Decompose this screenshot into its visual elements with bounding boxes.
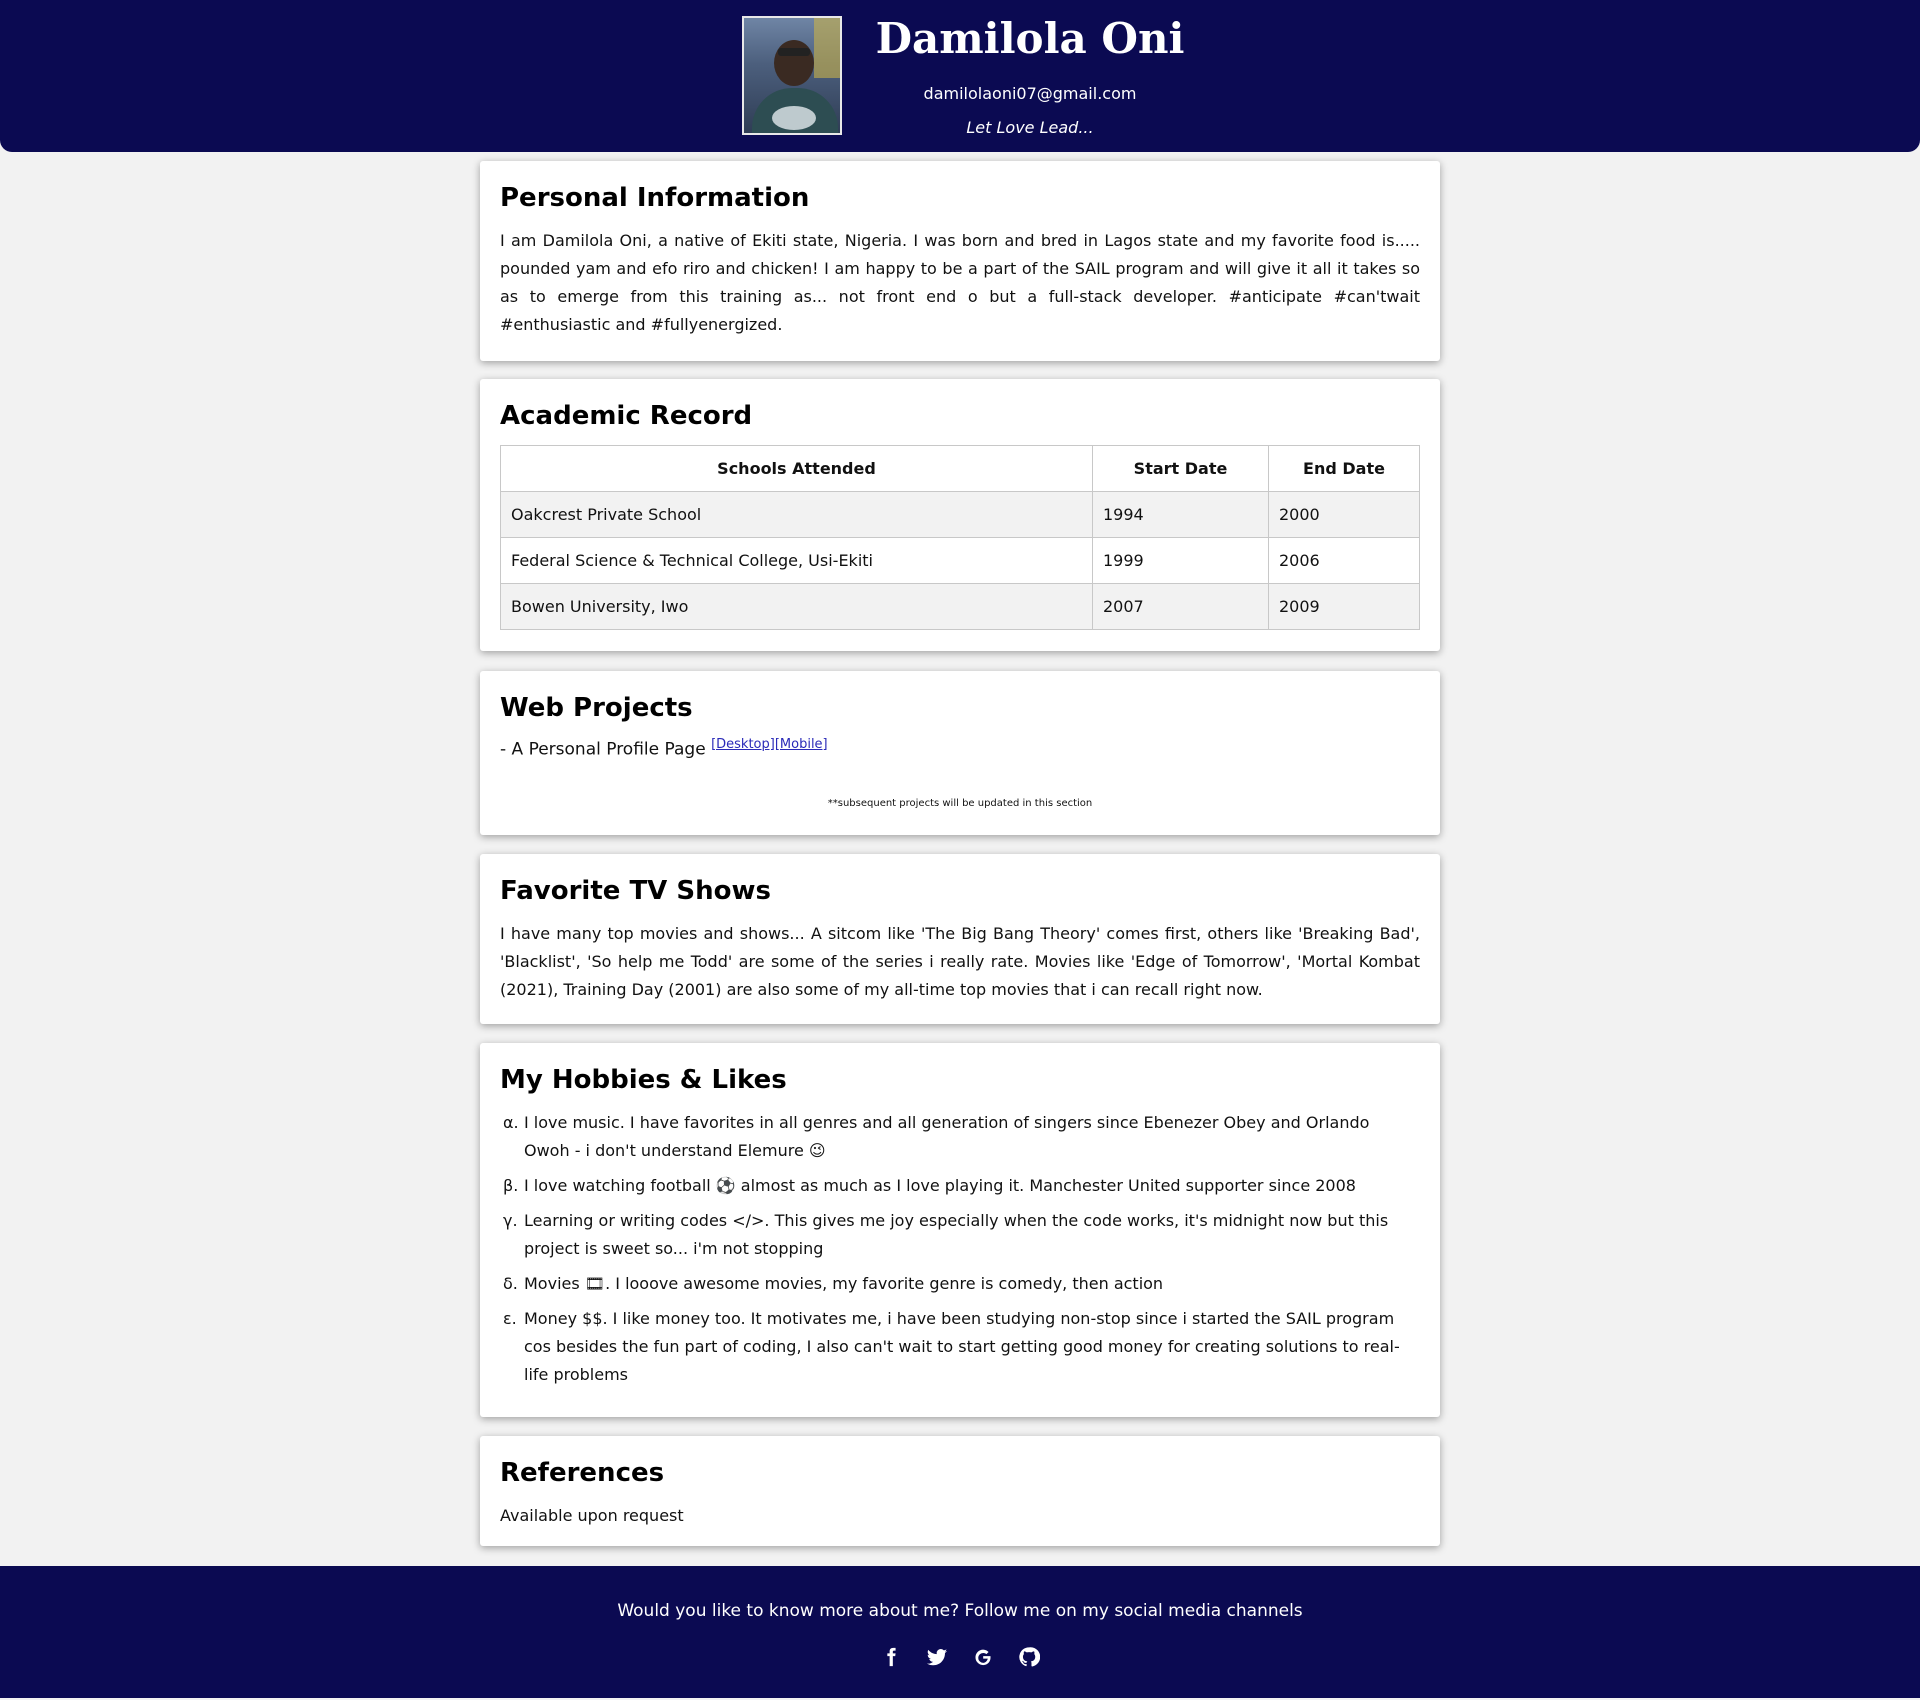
column-header-end: End Date bbox=[1268, 445, 1420, 492]
list-item: β. I love watching football ⚽ almost as m… bbox=[500, 1172, 1420, 1200]
table-header-row: Schools Attended Start Date End Date bbox=[500, 445, 1420, 492]
list-item: γ. Learning or writing codes </>. This gi… bbox=[500, 1207, 1420, 1263]
social-links bbox=[860, 1644, 1060, 1674]
page-footer: Would you like to know more about me? Fo… bbox=[0, 1566, 1920, 1698]
desktop-link[interactable]: [Desktop] bbox=[711, 737, 775, 752]
start-date-cell: 2007 bbox=[1092, 583, 1269, 630]
section-title: Web Projects bbox=[500, 693, 693, 723]
list-marker: β. bbox=[503, 1176, 519, 1195]
section-title: Personal Information bbox=[500, 183, 810, 213]
start-date-cell: 1994 bbox=[1092, 491, 1269, 538]
profile-email: damilolaoni07@gmail.com bbox=[923, 84, 1137, 103]
profile-name: Damilola Oni bbox=[875, 14, 1185, 63]
column-header-schools: Schools Attended bbox=[500, 445, 1093, 492]
section-title: Academic Record bbox=[500, 401, 753, 431]
column-header-start: Start Date bbox=[1092, 445, 1269, 492]
facebook-icon[interactable] bbox=[878, 1644, 904, 1670]
list-item: α. I love music. I have favorites in all … bbox=[500, 1109, 1420, 1165]
list-item-text: I love watching football ⚽ almost as muc… bbox=[524, 1176, 1356, 1195]
project-label: - A Personal Profile Page bbox=[500, 739, 706, 760]
profile-tagline: Let Love Lead... bbox=[966, 118, 1094, 137]
personal-text: I am Damilola Oni, a native of Ekiti sta… bbox=[500, 231, 1420, 334]
school-cell: Bowen University, Iwo bbox=[500, 583, 1093, 630]
references-text: Available upon request bbox=[500, 1506, 684, 1525]
hobbies-card: My Hobbies & Likes α. I love music. I hav… bbox=[480, 1043, 1440, 1417]
project-item: - A Personal Profile Page [Desktop][Mobi… bbox=[500, 737, 1420, 760]
list-item-text: Learning or writing codes </>. This give… bbox=[524, 1211, 1389, 1258]
section-title: My Hobbies & Likes bbox=[500, 1065, 787, 1095]
list-marker: ε. bbox=[503, 1309, 517, 1328]
table-row: Federal Science & Technical College, Usi… bbox=[500, 537, 1420, 584]
hobbies-list: α. I love music. I have favorites in all … bbox=[500, 1109, 1420, 1389]
end-date-cell: 2006 bbox=[1268, 537, 1420, 584]
school-cell: Oakcrest Private School bbox=[500, 491, 1093, 538]
github-icon[interactable] bbox=[1016, 1644, 1042, 1670]
list-item-text: I love music. I have favorites in all ge… bbox=[524, 1113, 1370, 1160]
projects-note: **subsequent projects will be updated in… bbox=[827, 797, 1093, 809]
end-date-cell: 2000 bbox=[1268, 491, 1420, 538]
personal-information-card: Personal Information I am Damilola Oni, … bbox=[480, 161, 1440, 361]
list-marker: γ. bbox=[503, 1211, 518, 1230]
references-card: References Available upon request bbox=[480, 1436, 1440, 1546]
web-projects-card: Web Projects - A Personal Profile Page [… bbox=[480, 671, 1440, 835]
section-title: Favorite TV Shows bbox=[500, 876, 771, 906]
list-item: ε. Money $$. I like money too. It motivat… bbox=[500, 1305, 1420, 1389]
end-date-cell: 2009 bbox=[1268, 583, 1420, 630]
tvshows-text: I have many top movies and shows... A si… bbox=[500, 924, 1420, 999]
list-item-text: Movies 🎞. I looove awesome movies, my fa… bbox=[524, 1274, 1164, 1293]
twitter-icon[interactable] bbox=[924, 1644, 950, 1670]
footer-text: Would you like to know more about me? Fo… bbox=[617, 1601, 1303, 1621]
table-row: Oakcrest Private School 1994 2000 bbox=[500, 491, 1420, 538]
mobile-link[interactable]: [Mobile] bbox=[775, 737, 828, 752]
list-item-text: Money $$. I like money too. It motivates… bbox=[524, 1309, 1400, 1384]
list-marker: δ. bbox=[503, 1274, 518, 1293]
google-icon[interactable] bbox=[970, 1644, 996, 1670]
school-cell: Federal Science & Technical College, Usi… bbox=[500, 537, 1093, 584]
academic-record-card: Academic Record Schools Attended Start D… bbox=[480, 379, 1440, 651]
page-header: Damilola Oni damilolaoni07@gmail.com Let… bbox=[0, 0, 1920, 152]
favorite-tv-shows-card: Favorite TV Shows I have many top movies… bbox=[480, 854, 1440, 1024]
table-row: Bowen University, Iwo 2007 2009 bbox=[500, 583, 1420, 630]
section-title: References bbox=[500, 1458, 665, 1488]
list-marker: α. bbox=[503, 1113, 519, 1132]
list-item: δ. Movies 🎞. I looove awesome movies, my … bbox=[500, 1270, 1420, 1298]
academic-table: Schools Attended Start Date End Date Oak… bbox=[500, 445, 1420, 630]
profile-photo bbox=[742, 16, 842, 135]
start-date-cell: 1999 bbox=[1092, 537, 1269, 584]
